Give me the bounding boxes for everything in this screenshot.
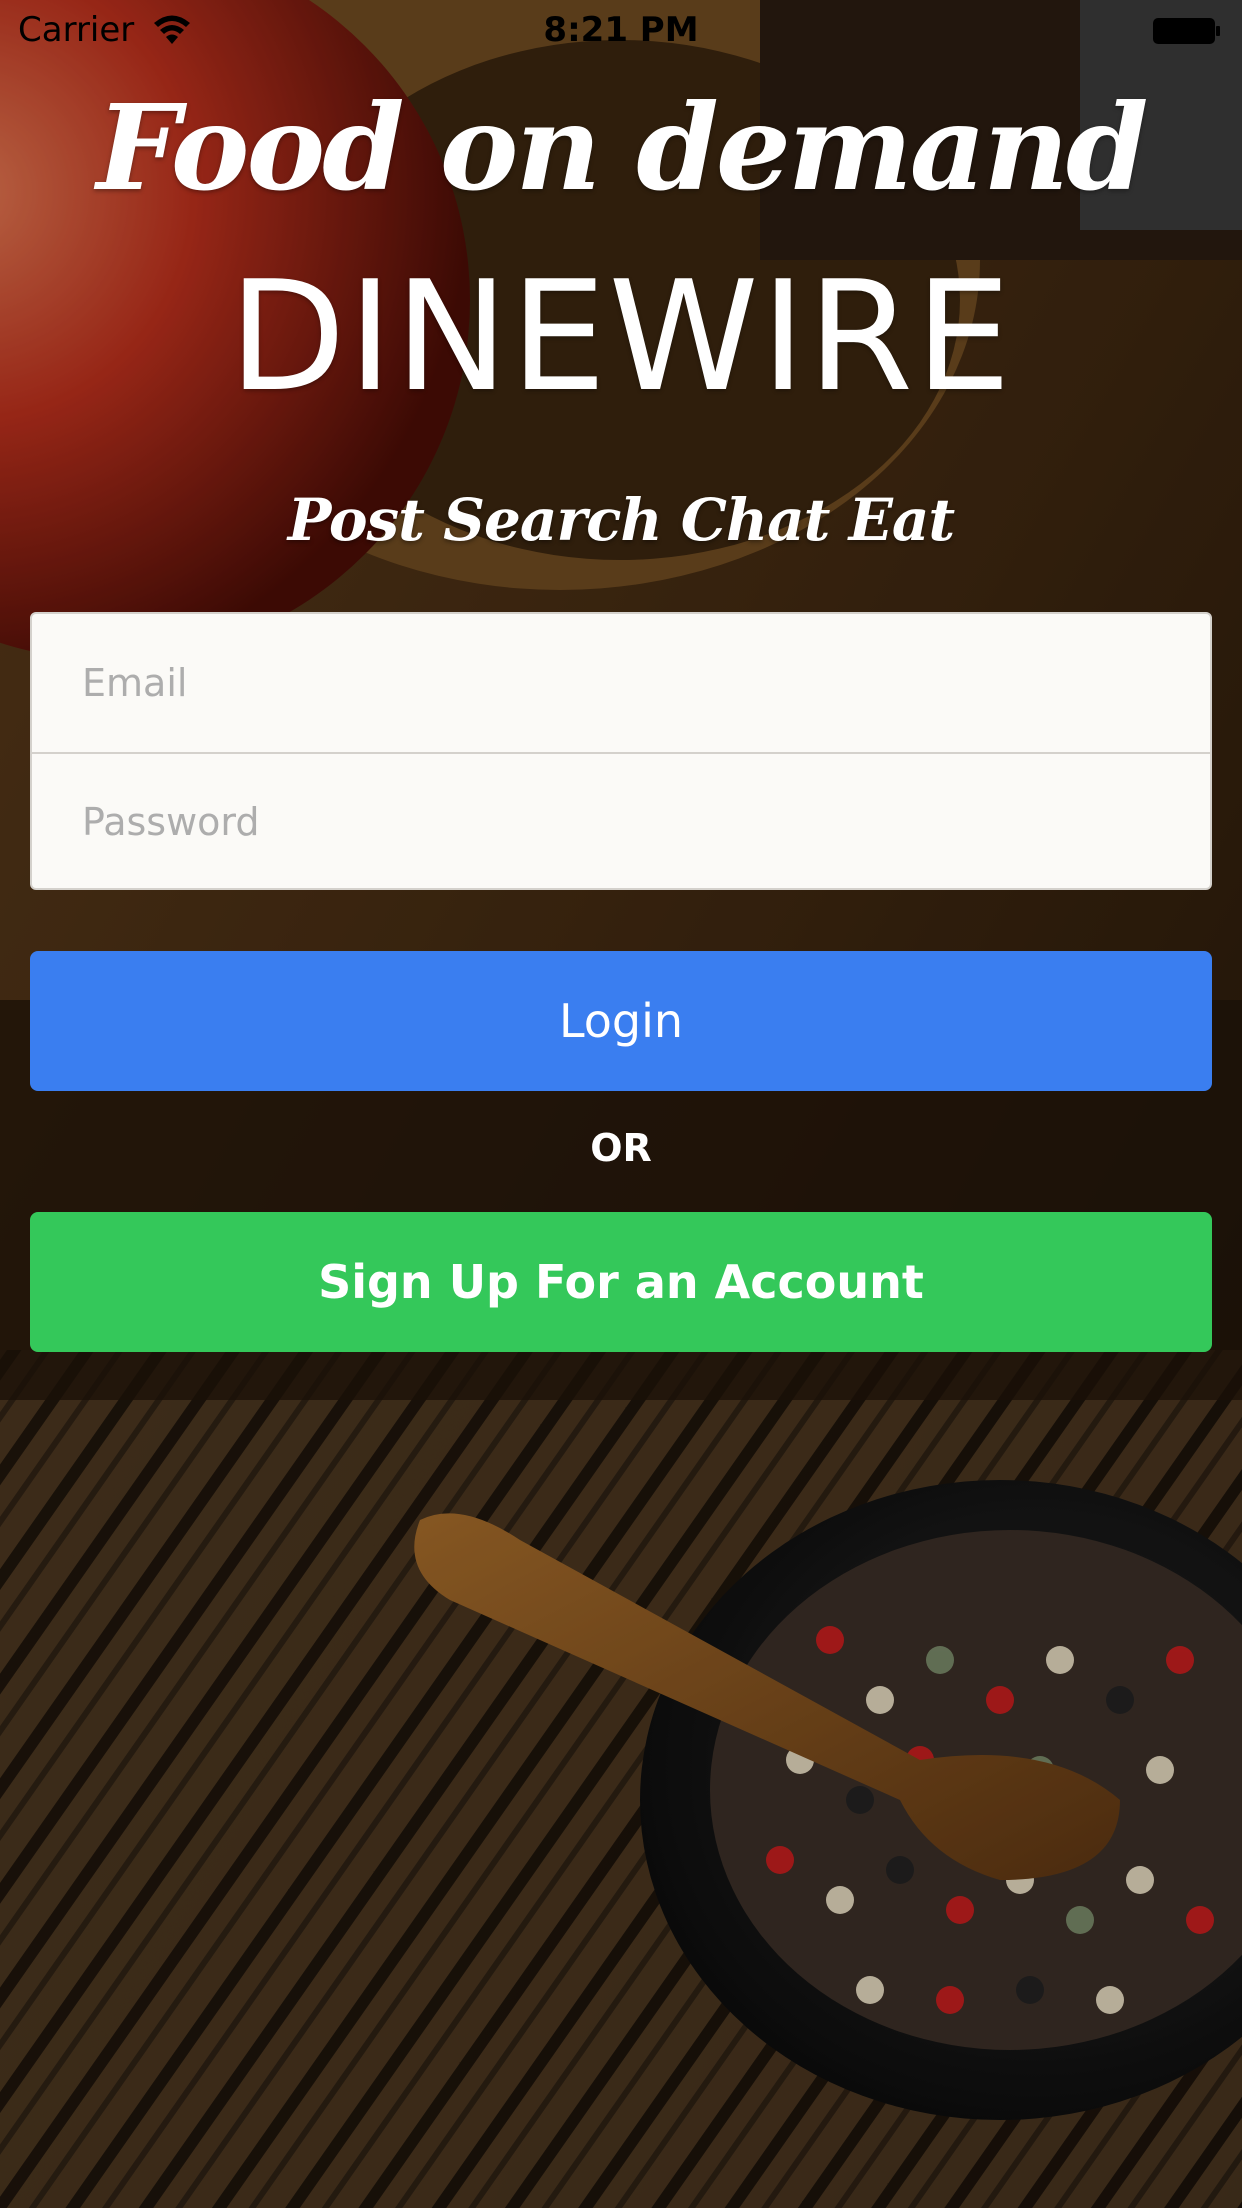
battery-icon (1153, 18, 1220, 44)
login-button[interactable]: Login (30, 951, 1212, 1091)
or-divider-label: OR (590, 1126, 652, 1170)
tagline: Food on demand (96, 78, 1148, 217)
signup-button[interactable]: Sign Up For an Account (30, 1212, 1212, 1352)
password-field[interactable] (32, 754, 1210, 888)
email-field[interactable] (32, 614, 1210, 752)
brand-title: DINEWIRE (228, 248, 1014, 425)
email-field-container (32, 614, 1210, 752)
login-form (30, 612, 1212, 890)
status-time: 8:21 PM (543, 10, 699, 50)
subtitle: Post Search Chat Eat (287, 486, 955, 554)
status-bar: Carrier 8:21 PM (0, 0, 1242, 60)
password-field-container (32, 752, 1210, 888)
